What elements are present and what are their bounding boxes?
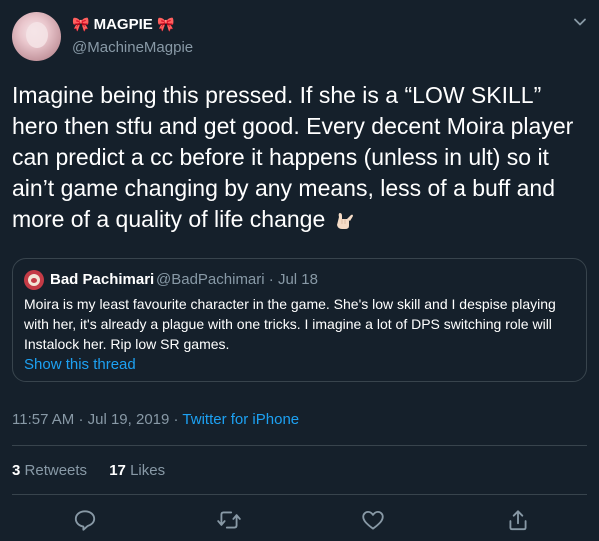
tweet-text: Imagine being this pressed. If she is a … — [12, 80, 587, 235]
action-bar — [0, 505, 599, 535]
timestamp-separator-2: · — [173, 411, 179, 428]
tweet-time[interactable]: 11:57 AM — [12, 411, 74, 428]
tweet-detail: 🎀 MAGPIE 🎀 @MachineMagpie Imagine being … — [0, 0, 599, 541]
reply-icon[interactable] — [72, 507, 98, 533]
share-icon[interactable] — [505, 507, 531, 533]
quoted-text: Moira is my least favourite character in… — [24, 296, 556, 352]
call-me-hand-emoji — [336, 213, 353, 229]
bow-emoji-left: 🎀 — [72, 16, 90, 32]
likes-stat[interactable]: 17 Likes — [109, 462, 165, 479]
tweet-stats: 3 Retweets 17 Likes — [12, 462, 183, 479]
quoted-avatar-dot — [31, 278, 37, 283]
like-icon[interactable] — [360, 507, 386, 533]
divider-top — [12, 445, 587, 446]
quoted-separator: · — [268, 271, 274, 288]
user-handle[interactable]: @MachineMagpie — [72, 39, 193, 56]
show-thread-link[interactable]: Show this thread — [24, 356, 136, 373]
retweet-icon[interactable] — [216, 507, 242, 533]
divider-bottom — [12, 494, 587, 495]
quoted-avatar[interactable] — [24, 270, 44, 290]
tweet-source[interactable]: Twitter for iPhone — [182, 411, 299, 428]
likes-label: Likes — [130, 462, 166, 479]
timestamp-separator-1: · — [78, 411, 84, 428]
display-name-text: MAGPIE — [93, 16, 153, 33]
quoted-meta: @BadPachimari · Jul 18 — [156, 271, 318, 288]
retweets-stat[interactable]: 3 Retweets — [12, 462, 87, 479]
bow-emoji-right: 🎀 — [156, 16, 175, 32]
avatar-face — [26, 22, 48, 48]
tweet-timestamp: 11:57 AM · Jul 19, 2019 · Twitter for iP… — [12, 411, 299, 428]
quoted-handle[interactable]: @BadPachimari — [156, 271, 265, 288]
retweets-count: 3 — [12, 462, 21, 479]
likes-count: 17 — [109, 462, 126, 479]
quoted-tweet[interactable]: Bad Pachimari @BadPachimari · Jul 18 Moi… — [12, 258, 587, 382]
quoted-date[interactable]: Jul 18 — [278, 271, 318, 288]
tweet-date[interactable]: Jul 19, 2019 — [88, 411, 170, 428]
display-name[interactable]: 🎀 MAGPIE 🎀 — [72, 16, 174, 33]
tweet-text-content: Imagine being this pressed. If she is a … — [12, 82, 574, 232]
avatar[interactable] — [12, 12, 61, 61]
quoted-display-name[interactable]: Bad Pachimari — [50, 271, 154, 288]
chevron-down-icon[interactable] — [572, 14, 588, 30]
retweets-label: Retweets — [24, 462, 88, 479]
